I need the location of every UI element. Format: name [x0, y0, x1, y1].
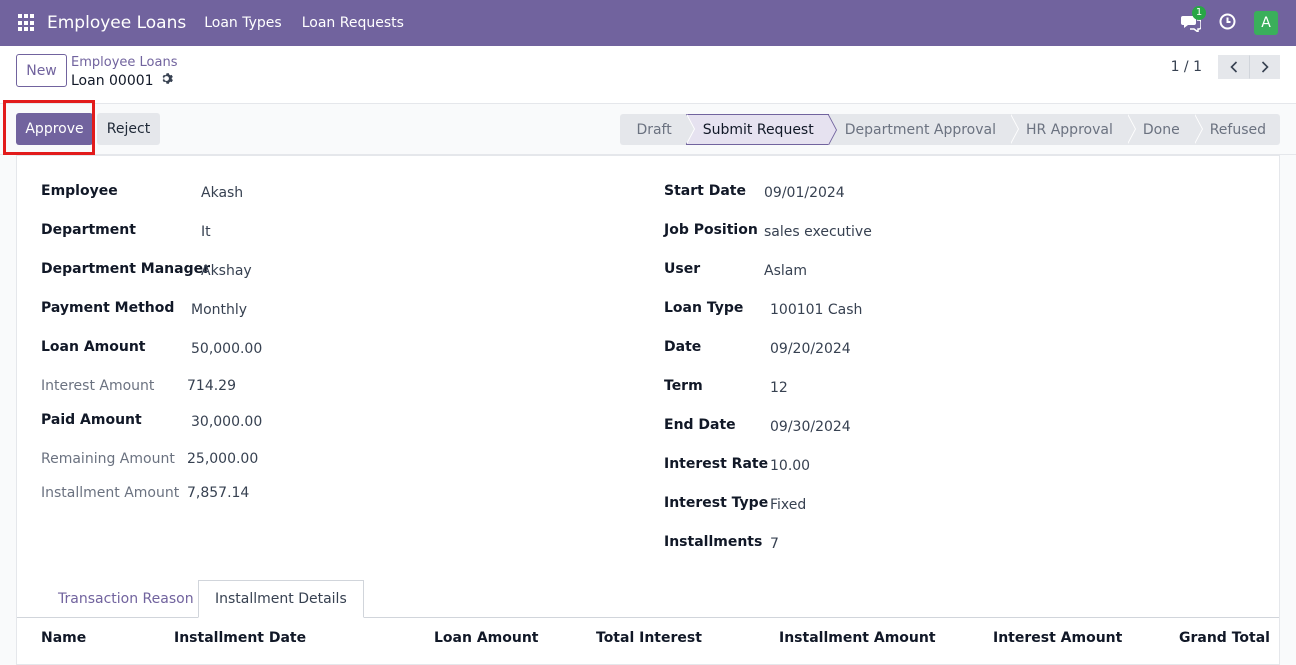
tab-installment-details[interactable]: Installment Details — [198, 580, 364, 618]
stage-done[interactable]: Done — [1127, 114, 1203, 145]
pager-next-button[interactable] — [1249, 55, 1280, 79]
label-interest-rate: Interest Rate — [664, 456, 769, 472]
reject-button[interactable]: Reject — [97, 113, 160, 145]
label-installments: Installments — [664, 534, 763, 550]
stage-hr-approval[interactable]: HR Approval — [1010, 114, 1136, 145]
value-payment-method[interactable]: Monthly — [191, 302, 247, 318]
tab-transaction-reason[interactable]: Transaction Reason — [42, 580, 210, 618]
label-interest-amount: Interest Amount — [41, 378, 155, 394]
value-start-date[interactable]: 09/01/2024 — [764, 185, 845, 201]
value-interest-type[interactable]: Fixed — [770, 497, 806, 513]
stage-refused[interactable]: Refused — [1194, 114, 1280, 145]
value-term[interactable]: 12 — [770, 380, 788, 396]
stage-submit-request[interactable]: Submit Request — [685, 114, 837, 145]
clock-icon[interactable] — [1219, 13, 1236, 34]
col-installment-amount[interactable]: Installment Amount — [779, 630, 936, 646]
value-loan-amount[interactable]: 50,000.00 — [191, 341, 262, 357]
label-end-date: End Date — [664, 417, 736, 433]
label-term: Term — [664, 378, 703, 394]
value-department-manager[interactable]: Akshay — [201, 263, 252, 279]
label-department: Department — [41, 222, 136, 238]
value-department[interactable]: It — [201, 224, 211, 240]
pager-value[interactable]: 1 / 1 — [1171, 59, 1202, 75]
chevron-left-icon — [1229, 61, 1237, 73]
label-date: Date — [664, 339, 702, 355]
messages-icon[interactable]: 1 — [1181, 6, 1206, 34]
label-loan-type: Loan Type — [664, 300, 744, 316]
breadcrumb-current: Loan 00001 — [71, 72, 173, 89]
label-department-manager: Department Manager — [41, 261, 211, 277]
top-navbar: Employee Loans Loan Types Loan Requests … — [0, 0, 1296, 46]
col-loan-amount[interactable]: Loan Amount — [434, 630, 539, 646]
status-bar: Approve Reject Draft Submit Request Depa… — [0, 100, 1296, 155]
new-button[interactable]: New — [16, 54, 67, 87]
control-panel: New Employee Loans Loan 00001 1 / 1 — [0, 46, 1296, 104]
value-installment-amount: 7,857.14 — [187, 485, 250, 501]
col-installment-date[interactable]: Installment Date — [174, 630, 306, 646]
approve-button[interactable]: Approve — [16, 113, 93, 145]
label-payment-method: Payment Method — [41, 300, 175, 316]
label-user: User — [664, 261, 701, 277]
label-loan-amount: Loan Amount — [41, 339, 146, 355]
col-grand-total[interactable]: Grand Total — [1179, 630, 1270, 646]
nav-loan-types[interactable]: Loan Types — [204, 15, 281, 31]
user-avatar[interactable]: A — [1254, 11, 1278, 35]
value-interest-rate[interactable]: 10.00 — [770, 458, 810, 474]
col-interest-amount[interactable]: Interest Amount — [993, 630, 1122, 646]
stage-draft[interactable]: Draft — [620, 114, 696, 145]
form-sheet: Employee Akash Department It Department … — [16, 155, 1280, 665]
notebook-tabs: Transaction Reason Installment Details — [17, 580, 1279, 618]
value-installments[interactable]: 7 — [770, 536, 779, 552]
label-paid-amount: Paid Amount — [41, 412, 142, 428]
label-start-date: Start Date — [664, 183, 746, 199]
value-job-position[interactable]: sales executive — [764, 224, 872, 240]
label-interest-type: Interest Type — [664, 495, 769, 511]
installments-table-header: Name Installment Date Loan Amount Total … — [17, 618, 1279, 656]
breadcrumb-parent[interactable]: Employee Loans — [71, 55, 177, 70]
value-paid-amount[interactable]: 30,000.00 — [191, 414, 262, 430]
chevron-right-icon — [1261, 61, 1269, 73]
message-count-badge: 1 — [1192, 6, 1206, 20]
value-remaining-amount: 25,000.00 — [187, 451, 259, 467]
apps-grid-icon[interactable] — [18, 14, 36, 32]
label-remaining-amount: Remaining Amount — [41, 451, 175, 467]
nav-loan-requests[interactable]: Loan Requests — [302, 15, 404, 31]
col-total-interest[interactable]: Total Interest — [596, 630, 702, 646]
label-employee: Employee — [41, 183, 118, 199]
stage-progress: Draft Submit Request Department Approval… — [620, 114, 1280, 145]
value-loan-type[interactable]: 100101 Cash — [770, 302, 862, 318]
gear-icon[interactable] — [160, 72, 173, 89]
label-job-position: Job Position — [664, 222, 758, 238]
pager: 1 / 1 — [1171, 55, 1280, 79]
pager-previous-button[interactable] — [1218, 55, 1249, 79]
value-employee[interactable]: Akash — [201, 185, 243, 201]
stage-department-approval[interactable]: Department Approval — [829, 114, 1020, 145]
value-date[interactable]: 09/20/2024 — [770, 341, 851, 357]
value-user[interactable]: Aslam — [764, 263, 807, 279]
col-name[interactable]: Name — [41, 630, 86, 646]
app-brand[interactable]: Employee Loans — [47, 13, 186, 33]
label-installment-amount: Installment Amount — [41, 485, 180, 501]
value-interest-amount: 714.29 — [187, 378, 236, 394]
record-title: Loan 00001 — [71, 72, 154, 89]
value-end-date[interactable]: 09/30/2024 — [770, 419, 851, 435]
